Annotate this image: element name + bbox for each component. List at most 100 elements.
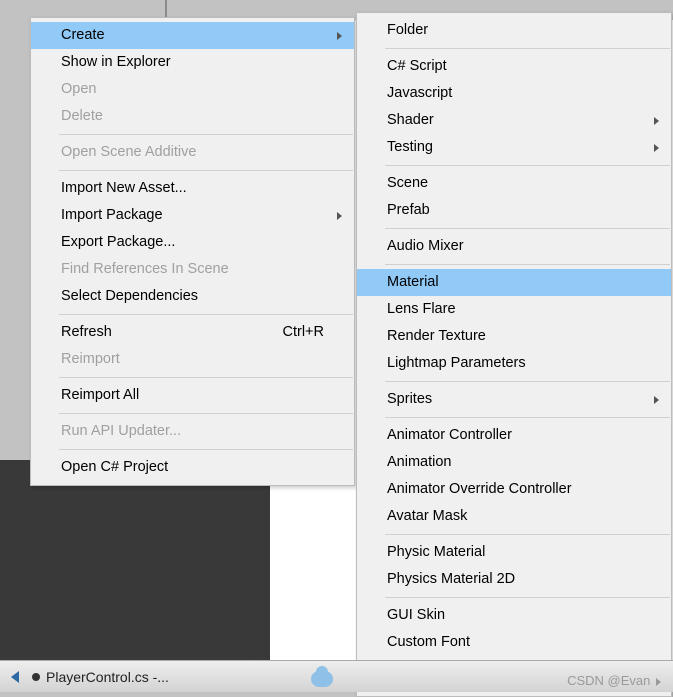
menu-item-label: Physic Material <box>387 544 485 560</box>
menu-item-label: Render Texture <box>387 328 486 344</box>
menu_secondary-prefab[interactable]: Prefab <box>357 197 671 224</box>
menu-separator <box>385 48 670 49</box>
context-menu: Create Show in Explorer Open Delete Open Sce… <box>30 17 355 486</box>
menu-separator <box>385 534 670 535</box>
menu-item-label: Prefab <box>387 202 430 218</box>
menu-item-label: Sprites <box>387 391 432 407</box>
menu-item-label: Custom Font <box>387 634 470 650</box>
menu-item-label: Javascript <box>387 85 452 101</box>
menu-item-label: Scene <box>387 175 428 191</box>
status-file-label[interactable]: PlayerControl.cs -... <box>46 669 169 685</box>
menu-item-label: Physics Material 2D <box>387 571 515 587</box>
chevron-right-icon <box>654 144 659 152</box>
create-submenu: Folder C# Script Javascript Shader Testing Sc… <box>356 12 672 697</box>
menu-separator <box>385 381 670 382</box>
menu_primary-open-scene-additive: Open Scene Additive <box>31 139 354 166</box>
menu_secondary-physic-material[interactable]: Physic Material <box>357 539 671 566</box>
menu_secondary-testing[interactable]: Testing <box>357 134 671 161</box>
menu-item-label: Delete <box>61 108 103 124</box>
menu_secondary-animator-controller[interactable]: Animator Controller <box>357 422 671 449</box>
menu-item-label: Import New Asset... <box>61 180 187 196</box>
menu-item-label: Lightmap Parameters <box>387 355 526 371</box>
menu_secondary-lens-flare[interactable]: Lens Flare <box>357 296 671 323</box>
menu-separator <box>385 165 670 166</box>
menu_secondary-folder[interactable]: Folder <box>357 17 671 44</box>
menu-item-label: Animator Override Controller <box>387 481 572 497</box>
menu_secondary-lightmap-parameters[interactable]: Lightmap Parameters <box>357 350 671 377</box>
chevron-right-icon <box>337 32 342 40</box>
menu_secondary-audio-mixer[interactable]: Audio Mixer <box>357 233 671 260</box>
menu_secondary-animation[interactable]: Animation <box>357 449 671 476</box>
back-button[interactable] <box>4 666 26 688</box>
menu_secondary-material[interactable]: Material <box>357 269 671 296</box>
arrow-icon <box>656 678 661 686</box>
menu-item-label: Animation <box>387 454 451 470</box>
menu-item-label: GUI Skin <box>387 607 445 623</box>
menu-item-label: Folder <box>387 22 428 38</box>
menu-separator <box>59 170 353 171</box>
menu-item-label: Open <box>61 81 96 97</box>
menu-item-label: Lens Flare <box>387 301 456 317</box>
menu_primary-select-dependencies[interactable]: Select Dependencies <box>31 283 354 310</box>
menu_secondary-render-texture[interactable]: Render Texture <box>357 323 671 350</box>
menu-item-label: Export Package... <box>61 234 175 250</box>
menu-separator <box>385 417 670 418</box>
menu-item-label: Material <box>387 274 439 290</box>
menu_secondary-javascript[interactable]: Javascript <box>357 80 671 107</box>
menu-item-label: Open C# Project <box>61 459 168 475</box>
menu_primary-show-in-explorer[interactable]: Show in Explorer <box>31 49 354 76</box>
menu-item-label: Find References In Scene <box>61 261 229 277</box>
menu_secondary-c-script[interactable]: C# Script <box>357 53 671 80</box>
menu-separator <box>385 264 670 265</box>
watermark-text: CSDN @Evan <box>567 673 650 688</box>
menu_secondary-avatar-mask[interactable]: Avatar Mask <box>357 503 671 530</box>
menu_primary-refresh[interactable]: Refresh Ctrl+R <box>31 319 354 346</box>
menu-item-label: Import Package <box>61 207 163 223</box>
menu-separator <box>385 597 670 598</box>
menu_primary-reimport-all[interactable]: Reimport All <box>31 382 354 409</box>
cloud-icon <box>311 671 333 687</box>
menu_secondary-scene[interactable]: Scene <box>357 170 671 197</box>
divider <box>165 0 167 18</box>
menu-item-label: Select Dependencies <box>61 288 198 304</box>
menu_secondary-shader[interactable]: Shader <box>357 107 671 134</box>
menu-item-label: Animator Controller <box>387 427 512 443</box>
menu-separator <box>59 314 353 315</box>
menu-separator <box>59 449 353 450</box>
menu_primary-open: Open <box>31 76 354 103</box>
menu_primary-export-package[interactable]: Export Package... <box>31 229 354 256</box>
back-icon <box>11 671 19 683</box>
menu-item-label: Show in Explorer <box>61 54 171 70</box>
menu-item-label: Create <box>61 27 105 43</box>
menu-item-label: Refresh <box>61 324 112 340</box>
menu_primary-import-package[interactable]: Import Package <box>31 202 354 229</box>
menu-item-shortcut: Ctrl+R <box>283 319 325 346</box>
menu-item-label: Audio Mixer <box>387 238 464 254</box>
menu_primary-create[interactable]: Create <box>31 22 354 49</box>
menu_secondary-animator-override-controller[interactable]: Animator Override Controller <box>357 476 671 503</box>
menu_primary-find-references-in-scene: Find References In Scene <box>31 256 354 283</box>
watermark: CSDN @Evan <box>567 673 661 688</box>
menu-separator <box>59 134 353 135</box>
preview-pane <box>0 460 270 660</box>
menu-item-label: Avatar Mask <box>387 508 467 524</box>
menu_primary-open-c-project[interactable]: Open C# Project <box>31 454 354 481</box>
menu_secondary-gui-skin[interactable]: GUI Skin <box>357 602 671 629</box>
menu_secondary-physics-material-2d[interactable]: Physics Material 2D <box>357 566 671 593</box>
menu-item-label: Testing <box>387 139 433 155</box>
menu_primary-delete: Delete <box>31 103 354 130</box>
menu-item-label: Reimport <box>61 351 120 367</box>
menu-item-label: C# Script <box>387 58 447 74</box>
chevron-right-icon <box>654 396 659 404</box>
menu-separator <box>385 228 670 229</box>
menu_primary-reimport: Reimport <box>31 346 354 373</box>
menu_secondary-sprites[interactable]: Sprites <box>357 386 671 413</box>
menu_secondary-custom-font[interactable]: Custom Font <box>357 629 671 656</box>
menu-separator <box>59 377 353 378</box>
menu_primary-run-api-updater: Run API Updater... <box>31 418 354 445</box>
chevron-right-icon <box>337 212 342 220</box>
menu-item-label: Shader <box>387 112 434 128</box>
menu_primary-import-new-asset[interactable]: Import New Asset... <box>31 175 354 202</box>
menu-item-label: Run API Updater... <box>61 423 181 439</box>
modified-dot-icon <box>32 673 40 681</box>
